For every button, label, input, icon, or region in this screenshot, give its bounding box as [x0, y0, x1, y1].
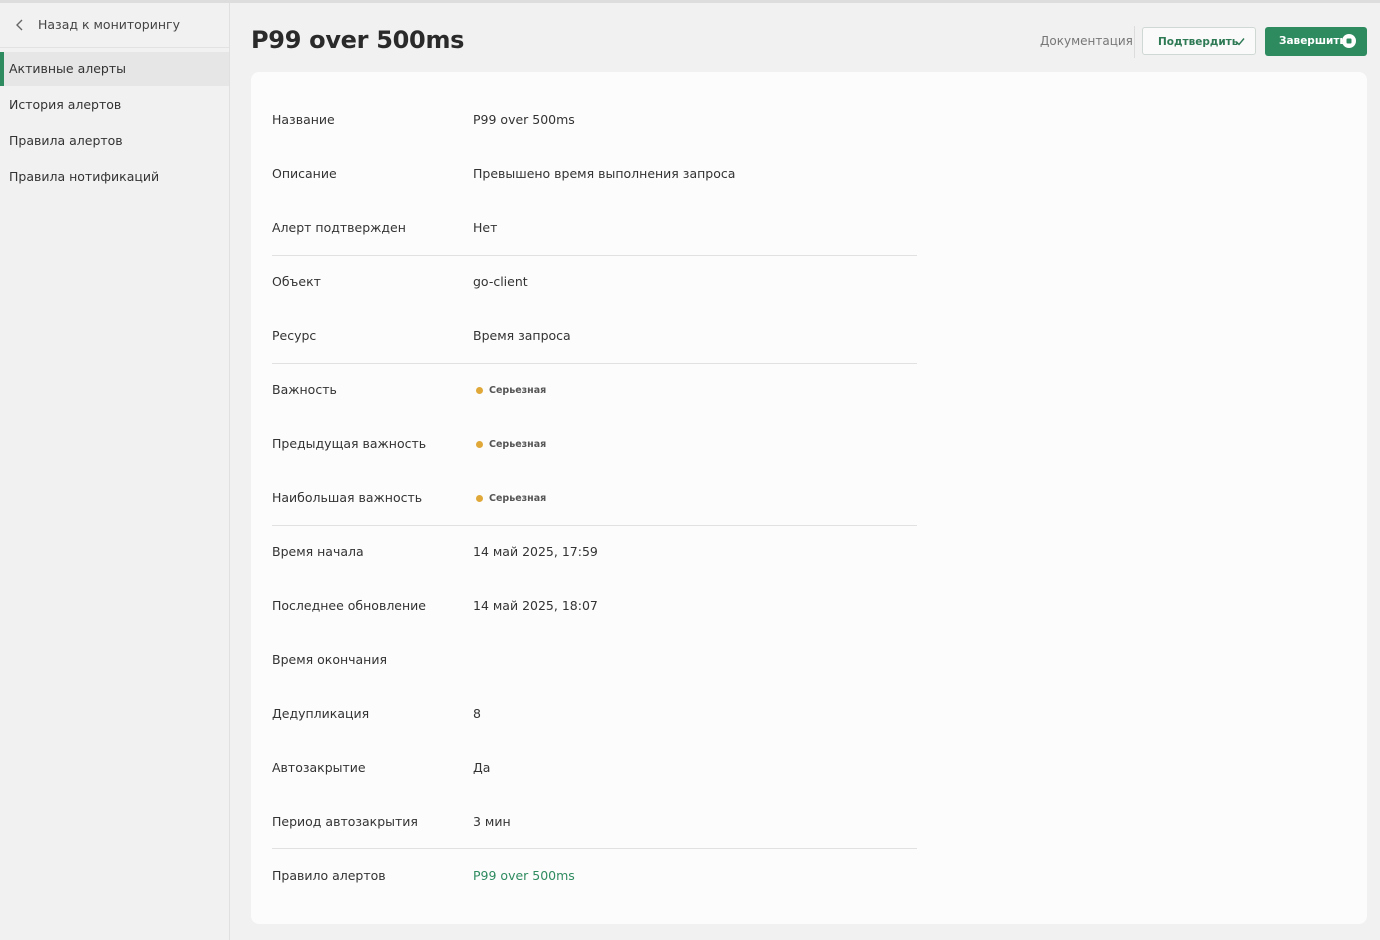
detail-row-resource: Ресурс Время запроса: [251, 309, 1367, 363]
severity-badge-label: Серьезная: [489, 492, 547, 504]
severity-dot-icon: [476, 440, 483, 448]
detail-key: Автозакрытие: [272, 760, 366, 775]
page-title: P99 over 500ms: [251, 26, 465, 54]
alert-details-card: Название P99 over 500ms Описание Превыше…: [251, 72, 1367, 924]
severity-badge: Серьезная: [476, 363, 546, 417]
detail-key: Важность: [272, 382, 337, 397]
detail-row-start-time: Время начала 14 май 2025, 17:59: [251, 525, 1367, 579]
severity-badge: Серьезная: [476, 471, 546, 525]
detail-value: Да: [473, 760, 491, 775]
detail-key: Правило алертов: [272, 868, 386, 883]
sidebar-item-notification-rules[interactable]: Правила нотификаций: [0, 160, 229, 194]
finish-button-label: Завершить: [1279, 35, 1347, 47]
sidebar-item-label: Активные алерты: [9, 61, 127, 76]
sidebar-item-alert-history[interactable]: История алертов: [0, 88, 229, 122]
detail-value: 14 май 2025, 17:59: [473, 544, 598, 559]
confirm-button-label: Подтвердить: [1158, 36, 1239, 48]
detail-value: go-client: [473, 274, 528, 289]
detail-value: P99 over 500ms: [473, 112, 575, 127]
detail-key: Последнее обновление: [272, 598, 426, 613]
detail-row-max-severity: Наибольшая важность Серьезная: [251, 471, 1367, 525]
severity-badge-label: Серьезная: [489, 438, 547, 450]
detail-value: 14 май 2025, 18:07: [473, 598, 598, 613]
back-link-label: Назад к мониторингу: [38, 17, 181, 32]
detail-value: Время запроса: [473, 328, 571, 343]
finish-button[interactable]: Завершить: [1265, 27, 1367, 56]
detail-key: Дедупликация: [272, 706, 370, 721]
detail-key: Время начала: [272, 544, 364, 559]
detail-row-deduplication: Дедупликация 8: [251, 687, 1367, 741]
detail-row-autoclose: Автозакрытие Да: [251, 741, 1367, 795]
detail-key: Алерт подтвержден: [272, 220, 406, 235]
detail-key: Объект: [272, 274, 321, 289]
detail-row-autoclose-period: Период автозакрытия 3 мин: [251, 795, 1367, 849]
back-to-monitoring-link[interactable]: Назад к мониторингу: [0, 3, 229, 48]
severity-dot-icon: [476, 494, 483, 502]
detail-row-name: Название P99 over 500ms: [251, 93, 1367, 147]
detail-key: Предыдущая важность: [272, 436, 427, 451]
severity-badge: Серьезная: [476, 417, 546, 471]
check-icon: [1235, 38, 1245, 46]
header-divider: [1134, 26, 1135, 58]
severity-dot-icon: [476, 386, 483, 394]
sidebar-item-label: История алертов: [9, 97, 122, 112]
sidebar-item-alert-rules[interactable]: Правила алертов: [0, 124, 229, 158]
detail-row-description: Описание Превышено время выполнения запр…: [251, 147, 1367, 201]
severity-badge-label: Серьезная: [489, 384, 547, 396]
detail-row-previous-severity: Предыдущая важность Серьезная: [251, 417, 1367, 471]
detail-key: Наибольшая важность: [272, 490, 423, 505]
detail-row-object: Объект go-client: [251, 255, 1367, 309]
detail-row-severity: Важность Серьезная: [251, 363, 1367, 417]
detail-key: Название: [272, 112, 335, 127]
stop-circle-icon: [1342, 34, 1356, 48]
detail-value: 3 мин: [473, 814, 511, 829]
confirm-button[interactable]: Подтвердить: [1142, 27, 1256, 55]
alert-rule-link[interactable]: P99 over 500ms: [473, 849, 575, 903]
sidebar-item-active-alerts[interactable]: Активные алерты: [0, 52, 229, 86]
detail-row-acknowledged: Алерт подтвержден Нет: [251, 201, 1367, 255]
detail-key: Ресурс: [272, 328, 317, 343]
detail-row-end-time: Время окончания: [251, 633, 1367, 687]
detail-value: 8: [473, 706, 481, 721]
sidebar-item-label: Правила нотификаций: [9, 169, 160, 184]
detail-key: Период автозакрытия: [272, 814, 418, 829]
detail-row-alert-rule: Правило алертов P99 over 500ms: [251, 849, 1367, 903]
detail-key: Описание: [272, 166, 337, 181]
detail-row-last-update: Последнее обновление 14 май 2025, 18:07: [251, 579, 1367, 633]
detail-key: Время окончания: [272, 652, 388, 667]
detail-value: Нет: [473, 220, 498, 235]
sidebar-item-label: Правила алертов: [9, 133, 123, 148]
documentation-link[interactable]: Документация: [1040, 34, 1133, 48]
sidebar: Назад к мониторингу Активные алерты Исто…: [0, 3, 230, 940]
chevron-left-icon: [16, 19, 23, 31]
detail-value: Превышено время выполнения запроса: [473, 166, 736, 181]
